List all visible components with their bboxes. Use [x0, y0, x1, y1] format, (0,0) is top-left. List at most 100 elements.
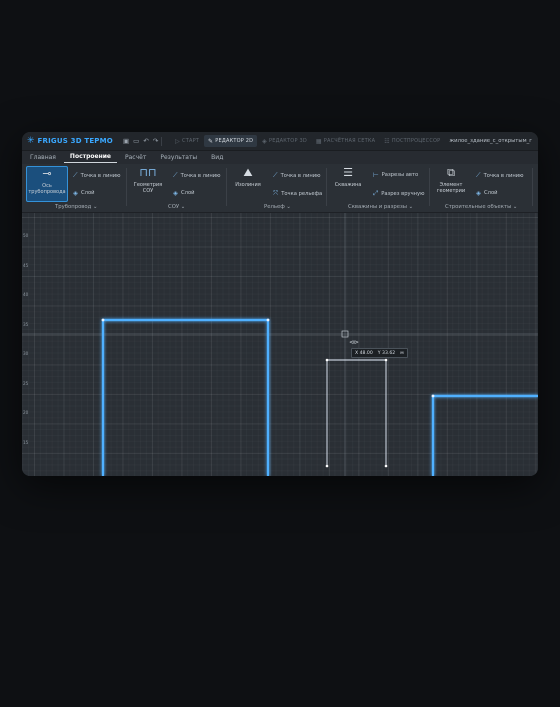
vertex-handle[interactable]: [101, 318, 105, 322]
cursor-x: X 48.00: [355, 350, 373, 356]
group-label-cou[interactable]: СОУ ⌄: [168, 204, 185, 210]
mode-editor-2d-tab[interactable]: ✎ РЕДАКТОР 2D: [204, 135, 258, 147]
app-window: ✳ FRIGUS 3D ТЕРМО ▣ ▭ ↶ ↷ ▷ СТАРТ ✎ РЕДА…: [22, 132, 538, 476]
group-label-relief[interactable]: Рельеф ⌄: [264, 204, 291, 210]
tab-home[interactable]: Главная: [24, 154, 62, 163]
grid-icon: ▦: [315, 137, 322, 145]
isoline-button[interactable]: ⛰ Изолиния: [228, 166, 268, 200]
pipe-layer-button[interactable]: ◈ Слой: [73, 189, 94, 197]
sections-icon: ⊢: [373, 171, 379, 179]
title-bar: ✳ FRIGUS 3D ТЕРМО ▣ ▭ ↶ ↷ ▷ СТАРТ ✎ РЕДА…: [22, 132, 538, 151]
pipe-outline-right[interactable]: [431, 394, 538, 476]
tab-calc[interactable]: Расчёт: [119, 154, 152, 163]
mode-postprocessor-tab[interactable]: ☷ ПОСТПРОЦЕССОР: [380, 135, 444, 147]
point-line-icon: ⟋: [476, 171, 481, 179]
well-icon: ☰: [343, 166, 353, 179]
group-label-wells[interactable]: Скважины и разрезы ⌄: [348, 204, 413, 210]
tab-build[interactable]: Построение: [63, 153, 118, 163]
button-label: Разрезы авто: [381, 172, 419, 178]
app-name: FRIGUS 3D ТЕРМО: [37, 137, 113, 145]
pipe-axis-button[interactable]: ⊸ Ось трубопровода: [26, 166, 68, 202]
ribbon-toolbar: ⊸ Ось трубопровода ⟋ Точка в линию ◈ Сло…: [22, 164, 538, 213]
save-icon[interactable]: ▣: [123, 137, 129, 145]
mode-label: РЕДАКТОР 3D: [269, 138, 307, 144]
tab-view[interactable]: Вид: [205, 154, 229, 163]
cursor-unit: м: [400, 350, 404, 356]
layer-icon: ◈: [476, 189, 481, 197]
cou-geometry-button[interactable]: ⊓⊓ Геометрия СОУ: [128, 166, 168, 200]
vertex-handle[interactable]: [325, 358, 329, 362]
vertex-handle[interactable]: [266, 318, 270, 322]
undo-icon[interactable]: ↶: [143, 137, 148, 145]
group-label-pipes[interactable]: Трубопровод ⌄: [55, 204, 97, 210]
button-label: Точка рельефа: [281, 190, 323, 197]
relief-point-button[interactable]: ⤧ Точка рельефа: [273, 189, 322, 198]
button-label: Геометрия СОУ: [133, 182, 163, 194]
layer-icon: ◈: [73, 189, 78, 197]
point-line-icon: ⟋: [73, 171, 78, 179]
mode-switcher: ▷ СТАРТ ✎ РЕДАКТОР 2D ◈ РЕДАКТОР 3D ▦ РА…: [171, 135, 445, 147]
button-label: Слой: [484, 190, 498, 196]
button-label: Слой: [181, 190, 195, 196]
folder-icon[interactable]: ▭: [133, 137, 139, 145]
redo-icon[interactable]: ↷: [153, 137, 158, 145]
project-filename: жилое_здание_с_открытым_г: [449, 138, 533, 144]
drawing-layer: [22, 213, 538, 476]
mode-start-tab[interactable]: ▷ СТАРТ: [171, 135, 203, 147]
mountain-icon: ⛰: [243, 166, 253, 179]
building-layer-button[interactable]: ◈ Слой: [476, 189, 497, 197]
button-label: Точка в линию: [483, 172, 524, 179]
tab-results[interactable]: Результаты: [154, 154, 203, 163]
relief-point-in-line-button[interactable]: ⟋ Точка в линию: [273, 171, 320, 180]
vertex-handle[interactable]: [325, 464, 329, 468]
button-label: Элемент геометрии: [436, 182, 466, 194]
pipe-axis-label: Ось трубопровода: [28, 183, 66, 195]
logo-icon: ✳: [27, 136, 35, 146]
button-label: Скважина: [334, 182, 362, 188]
manual-section-button[interactable]: ⤢ Разрез вручную: [373, 189, 424, 198]
cou-geometry-icon: ⊓⊓: [139, 166, 157, 179]
mode-mesh-tab[interactable]: ▦ РАСЧЁТНАЯ СЕТКА: [312, 135, 379, 147]
snap-icon: ⊲⊳: [349, 339, 360, 346]
mode-label: ПОСТПРОЦЕССОР: [391, 138, 441, 144]
cursor-coordinates: X 48.00 Y 33.62 м: [351, 348, 408, 358]
button-label: Разрез вручную: [381, 190, 425, 197]
cube-icon: ◈: [262, 137, 267, 145]
layer-icon: ◈: [173, 189, 178, 197]
button-label: Точка в линию: [280, 172, 321, 179]
point-line-icon: ⟋: [273, 171, 278, 179]
mode-label: СТАРТ: [182, 138, 200, 144]
drawing-canvas[interactable]: 50 45 40 35 30 25 20 15 ⊲⊳ X 48.00 Y 33.…: [22, 213, 538, 476]
divider: [161, 136, 163, 146]
vertex-handle[interactable]: [384, 464, 388, 468]
well-button[interactable]: ☰ Скважина: [328, 166, 368, 200]
pipe-point-in-line-button[interactable]: ⟋ Точка в линию: [73, 171, 120, 180]
cou-layer-button[interactable]: ◈ Слой: [173, 189, 194, 197]
chart-icon: ☷: [384, 137, 390, 145]
button-label: Точка в линию: [180, 172, 221, 179]
cou-point-in-line-button[interactable]: ⟋ Точка в линию: [173, 171, 220, 180]
cursor-y: Y 33.62: [377, 350, 396, 356]
app-logo: ✳ FRIGUS 3D ТЕРМО: [27, 136, 113, 146]
button-label: Слой: [81, 190, 95, 196]
pipe-outline-selected[interactable]: [326, 359, 387, 466]
group-divider: [326, 168, 327, 206]
auto-sections-button[interactable]: ⊢ Разрезы авто: [373, 171, 418, 179]
geometry-element-button[interactable]: ⧉ Элемент геометрии: [431, 166, 471, 200]
vertex-handle[interactable]: [431, 394, 435, 398]
quick-actions: ▣ ▭ ↶ ↷: [123, 137, 158, 145]
pipe-outline-large[interactable]: [101, 318, 270, 476]
mode-label: РАСЧЁТНАЯ СЕТКА: [323, 138, 376, 144]
mode-label: РЕДАКТОР 2D: [215, 138, 254, 144]
vertex-handle[interactable]: [384, 358, 388, 362]
menu-tabs: Главная Построение Расчёт Результаты Вид: [22, 151, 538, 163]
relief-point-icon: ⤧: [273, 189, 279, 197]
manual-section-icon: ⤢: [373, 189, 379, 197]
group-divider: [532, 168, 533, 206]
geometry-element-icon: ⧉: [447, 166, 455, 179]
group-divider: [226, 168, 227, 206]
button-label: Точка в линию: [80, 172, 121, 179]
mode-editor-3d-tab[interactable]: ◈ РЕДАКТОР 3D: [258, 135, 311, 147]
building-point-in-line-button[interactable]: ⟋ Точка в линию: [476, 171, 523, 180]
group-label-building[interactable]: Строительные объекты ⌄: [445, 204, 517, 210]
